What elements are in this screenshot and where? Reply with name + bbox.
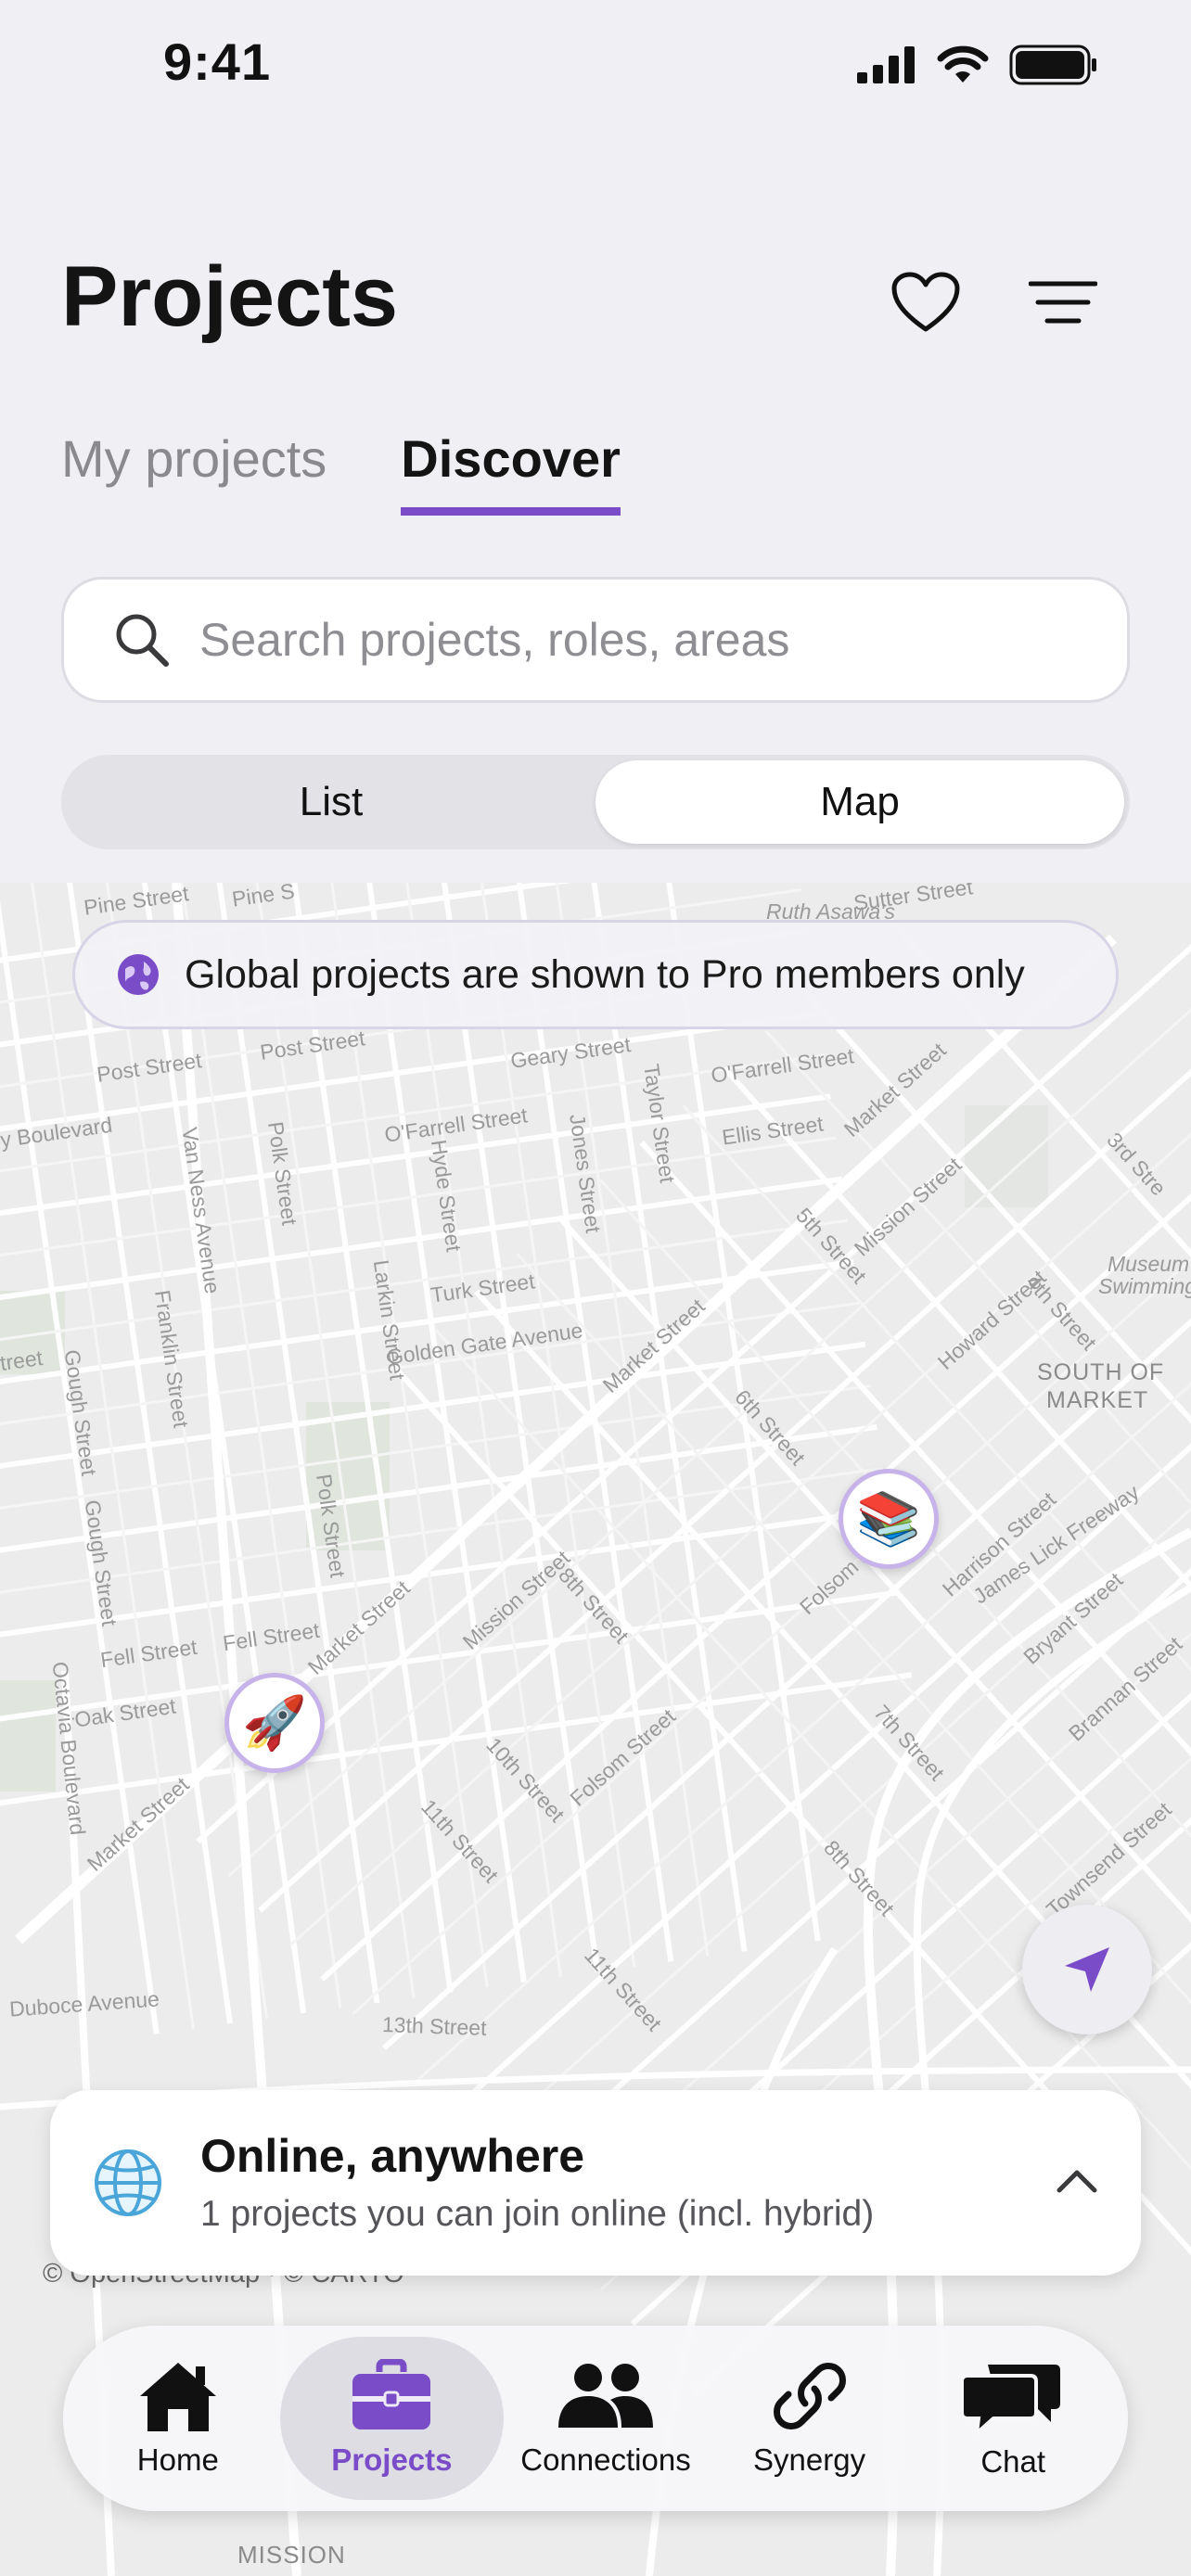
status-bar: 9:41	[0, 0, 1191, 130]
map-label: Swimming	[1098, 1274, 1191, 1298]
map-label: MARKET	[1046, 1387, 1149, 1413]
battery-icon	[1009, 45, 1096, 85]
tabbar-label: Home	[136, 2442, 219, 2477]
online-card-title: Online, anywhere	[200, 2130, 585, 2182]
favorites-button[interactable]	[890, 267, 961, 338]
people-icon	[557, 2364, 653, 2428]
tab-my-projects[interactable]: My projects	[61, 428, 327, 516]
search-icon	[116, 614, 169, 667]
tabbar-home[interactable]: Home	[76, 2337, 280, 2500]
header-actions	[890, 267, 1098, 338]
tabbar-synergy[interactable]: Synergy	[708, 2337, 912, 2500]
search-bar[interactable]	[61, 577, 1130, 703]
chevron-up-icon[interactable]	[1054, 2159, 1100, 2205]
home-icon	[139, 2363, 216, 2431]
heart-icon	[891, 272, 960, 332]
search-input[interactable]	[199, 613, 1090, 667]
map-pin-books[interactable]: 📚	[839, 1469, 939, 1569]
status-icons	[857, 45, 1098, 85]
locate-me-button[interactable]	[1022, 1905, 1152, 2034]
tab-discover[interactable]: Discover	[401, 428, 621, 516]
list-view-button[interactable]: List	[67, 760, 596, 844]
tabbar-chat[interactable]: Chat	[911, 2337, 1115, 2500]
wifi-icon	[937, 45, 989, 83]
page-title: Projects	[61, 249, 399, 344]
books-icon: 📚	[856, 1489, 921, 1548]
online-card-subtitle: 1 projects you can join online (incl. hy…	[200, 2194, 875, 2234]
map-pin-rocket[interactable]: 🚀	[224, 1673, 325, 1773]
cellular-signal-icon	[857, 46, 915, 83]
project-tabs: My projects Discover	[61, 428, 621, 516]
map-label: 13th Street	[381, 2012, 487, 2040]
map-label: Museum	[1108, 1252, 1190, 1276]
location-arrow-icon	[1065, 1947, 1109, 1992]
map-view-button[interactable]: Map	[596, 760, 1124, 844]
tabbar-label: Connections	[520, 2442, 691, 2477]
pro-members-banner[interactable]: Global projects are shown to Pro members…	[72, 920, 1119, 1029]
filter-icon	[1029, 281, 1097, 324]
link-icon	[773, 2363, 846, 2429]
tabbar-label: Projects	[331, 2442, 453, 2477]
view-toggle: List Map	[61, 755, 1130, 849]
chat-bubbles-icon	[962, 2365, 1061, 2435]
map-label: SOUTH OF	[1037, 1359, 1165, 1385]
rocket-icon: 🚀	[242, 1693, 307, 1752]
map-view[interactable]: Pine Street Pine S Sutter Street Ruth As…	[0, 883, 1191, 2576]
status-time: 9:41	[163, 32, 272, 91]
globe-icon	[95, 2149, 161, 2216]
map-label: MISSION	[237, 2541, 346, 2569]
globe-icon	[118, 954, 159, 995]
tabbar-projects[interactable]: Projects	[279, 2337, 505, 2500]
tabbar-connections[interactable]: Connections	[504, 2337, 708, 2500]
tabbar-label: Chat	[980, 2444, 1046, 2479]
filter-button[interactable]	[1028, 267, 1098, 338]
online-projects-card[interactable]: Online, anywhere 1 projects you can join…	[50, 2090, 1141, 2276]
tabbar-label: Synergy	[753, 2442, 866, 2477]
briefcase-icon	[352, 2359, 431, 2429]
tab-bar: Home Projects Connections Synergy Chat	[63, 2326, 1128, 2511]
banner-text: Global projects are shown to Pro members…	[185, 951, 1025, 997]
